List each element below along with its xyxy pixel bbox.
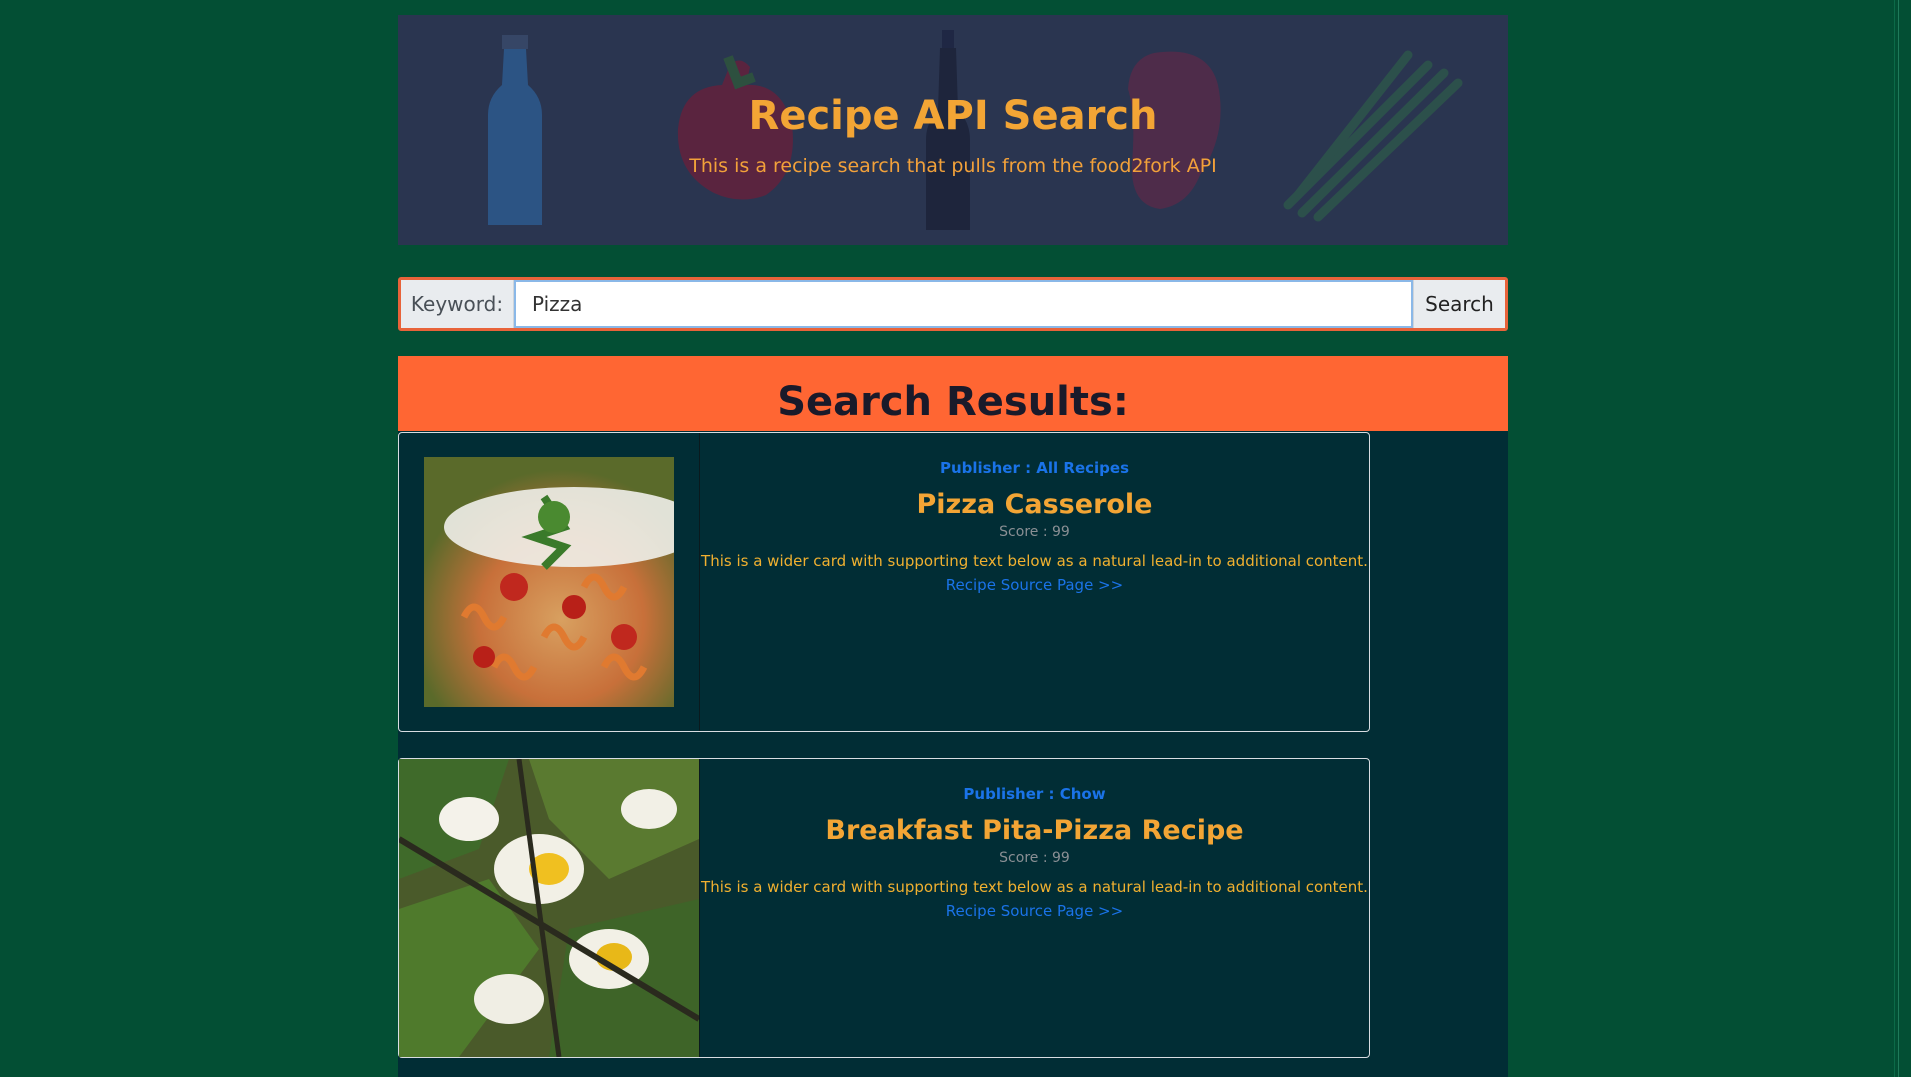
recipe-title: Pizza Casserole — [916, 489, 1153, 520]
page-subtitle: This is a recipe search that pulls from … — [689, 155, 1217, 177]
recipe-description: This is a wider card with supporting tex… — [701, 552, 1368, 570]
recipe-description: This is a wider card with supporting tex… — [701, 878, 1368, 896]
recipe-source-link[interactable]: Recipe Source Page >> — [946, 902, 1123, 920]
page-title: Recipe API Search — [748, 93, 1158, 139]
recipe-score: Score : 99 — [999, 524, 1070, 540]
recipe-image-frame — [399, 433, 700, 731]
recipe-source-link[interactable]: Recipe Source Page >> — [946, 576, 1123, 594]
recipe-card: Publisher : Chow Breakfast Pita-Pizza Re… — [398, 758, 1370, 1058]
pasta-image[interactable] — [424, 457, 674, 707]
vertical-scrollbar[interactable] — [1894, 0, 1911, 1077]
recipe-card-body: Publisher : Chow Breakfast Pita-Pizza Re… — [700, 759, 1369, 1057]
page: Recipe API Search This is a recipe searc… — [0, 0, 1911, 1077]
recipe-card-body: Publisher : All Recipes Pizza Casserole … — [700, 433, 1369, 731]
recipe-score: Score : 99 — [999, 850, 1070, 866]
publisher-label: Publisher : All Recipes — [939, 459, 1130, 477]
results-header: Search Results: — [398, 356, 1508, 431]
recipe-image-frame — [399, 759, 700, 1057]
results-heading: Search Results: — [777, 379, 1129, 425]
scrollbar-thumb[interactable] — [1898, 0, 1908, 1077]
keyword-input[interactable] — [514, 280, 1413, 328]
pita-pizza-image[interactable] — [399, 759, 699, 1057]
publisher-label: Publisher : Chow — [963, 785, 1106, 803]
recipe-card: Publisher : All Recipes Pizza Casserole … — [398, 432, 1370, 732]
keyword-label: Keyword: — [401, 280, 514, 328]
search-form: Keyword: Search — [398, 277, 1508, 331]
header-banner: Recipe API Search This is a recipe searc… — [398, 15, 1508, 245]
recipe-title: Breakfast Pita-Pizza Recipe — [825, 815, 1244, 846]
search-button[interactable]: Search — [1413, 280, 1505, 328]
